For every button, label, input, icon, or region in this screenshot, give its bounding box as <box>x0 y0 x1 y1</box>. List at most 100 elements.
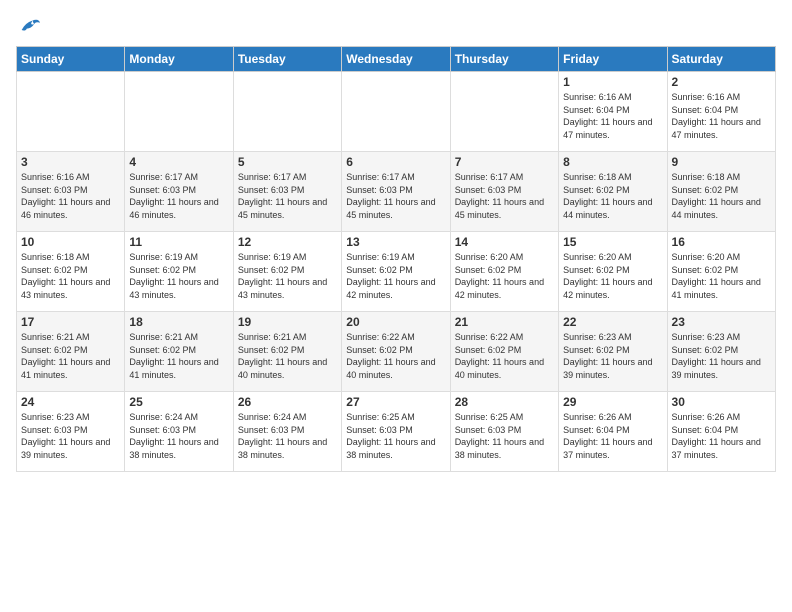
calendar-header-row: SundayMondayTuesdayWednesdayThursdayFrid… <box>17 47 776 72</box>
calendar-cell: 26 Sunrise: 6:24 AM Sunset: 6:03 PM Dayli… <box>233 392 341 472</box>
day-info: Sunrise: 6:20 AM Sunset: 6:02 PM Dayligh… <box>455 251 554 301</box>
day-info: Sunrise: 6:17 AM Sunset: 6:03 PM Dayligh… <box>129 171 228 221</box>
calendar-cell: 9Sunrise: 6:18 AM Sunset: 6:02 PM Daylig… <box>667 152 775 232</box>
day-number: 28 <box>455 395 554 409</box>
day-info: Sunrise: 6:16 AM Sunset: 6:04 PM Dayligh… <box>563 91 662 141</box>
calendar-cell: 22 Sunrise: 6:23 AM Sunset: 6:02 PM Dayli… <box>559 312 667 392</box>
day-number: 1 <box>563 75 662 89</box>
day-info: Sunrise: 6:24 AM Sunset: 6:03 PM Dayligh… <box>129 411 228 461</box>
logo-bird-icon <box>18 16 40 36</box>
day-number: 22 <box>563 315 662 329</box>
day-info: Sunrise: 6:22 AM Sunset: 6:02 PM Dayligh… <box>455 331 554 381</box>
calendar-week-1: 1 Sunrise: 6:16 AM Sunset: 6:04 PM Daylig… <box>17 72 776 152</box>
day-number: 16 <box>672 235 771 249</box>
day-info: Sunrise: 6:23 AM Sunset: 6:03 PM Dayligh… <box>21 411 120 461</box>
calendar-table: SundayMondayTuesdayWednesdayThursdayFrid… <box>16 46 776 472</box>
day-number: 20 <box>346 315 445 329</box>
day-number: 30 <box>672 395 771 409</box>
day-info: Sunrise: 6:17 AM Sunset: 6:03 PM Dayligh… <box>455 171 554 221</box>
day-info: Sunrise: 6:18 AM Sunset: 6:02 PM Dayligh… <box>563 171 662 221</box>
day-info: Sunrise: 6:26 AM Sunset: 6:04 PM Dayligh… <box>563 411 662 461</box>
day-number: 4 <box>129 155 228 169</box>
day-info: Sunrise: 6:25 AM Sunset: 6:03 PM Dayligh… <box>346 411 445 461</box>
day-info: Sunrise: 6:20 AM Sunset: 6:02 PM Dayligh… <box>672 251 771 301</box>
calendar-cell: 8 Sunrise: 6:18 AM Sunset: 6:02 PM Daylig… <box>559 152 667 232</box>
calendar-cell: 30 Sunrise: 6:26 AM Sunset: 6:04 PM Dayli… <box>667 392 775 472</box>
day-info: Sunrise: 6:21 AM Sunset: 6:02 PM Dayligh… <box>238 331 337 381</box>
weekday-header-sunday: Sunday <box>17 47 125 72</box>
day-number: 19 <box>238 315 337 329</box>
day-number: 2 <box>672 75 771 89</box>
calendar-cell <box>342 72 450 152</box>
logo <box>16 16 40 36</box>
day-number: 13 <box>346 235 445 249</box>
day-number: 9 <box>672 155 771 169</box>
calendar-cell <box>125 72 233 152</box>
day-number: 26 <box>238 395 337 409</box>
day-number: 7 <box>455 155 554 169</box>
weekday-header-tuesday: Tuesday <box>233 47 341 72</box>
day-number: 15 <box>563 235 662 249</box>
day-info: Sunrise: 6:25 AM Sunset: 6:03 PM Dayligh… <box>455 411 554 461</box>
calendar-cell: 14 Sunrise: 6:20 AM Sunset: 6:02 PM Dayli… <box>450 232 558 312</box>
calendar-cell: 17 Sunrise: 6:21 AM Sunset: 6:02 PM Dayli… <box>17 312 125 392</box>
weekday-header-friday: Friday <box>559 47 667 72</box>
day-info: Sunrise: 6:26 AM Sunset: 6:04 PM Dayligh… <box>672 411 771 461</box>
day-info: Sunrise: 6:21 AM Sunset: 6:02 PM Dayligh… <box>21 331 120 381</box>
calendar-cell: 23Sunrise: 6:23 AM Sunset: 6:02 PM Dayli… <box>667 312 775 392</box>
day-info: Sunrise: 6:19 AM Sunset: 6:02 PM Dayligh… <box>346 251 445 301</box>
day-info: Sunrise: 6:19 AM Sunset: 6:02 PM Dayligh… <box>238 251 337 301</box>
day-number: 25 <box>129 395 228 409</box>
weekday-header-thursday: Thursday <box>450 47 558 72</box>
calendar-cell <box>450 72 558 152</box>
weekday-header-monday: Monday <box>125 47 233 72</box>
day-number: 18 <box>129 315 228 329</box>
calendar-cell: 28 Sunrise: 6:25 AM Sunset: 6:03 PM Dayli… <box>450 392 558 472</box>
day-info: Sunrise: 6:19 AM Sunset: 6:02 PM Dayligh… <box>129 251 228 301</box>
day-info: Sunrise: 6:18 AM Sunset: 6:02 PM Dayligh… <box>21 251 120 301</box>
calendar-cell: 5Sunrise: 6:17 AM Sunset: 6:03 PM Daylig… <box>233 152 341 232</box>
day-number: 14 <box>455 235 554 249</box>
calendar-cell: 1 Sunrise: 6:16 AM Sunset: 6:04 PM Daylig… <box>559 72 667 152</box>
calendar-cell: 15 Sunrise: 6:20 AM Sunset: 6:02 PM Dayli… <box>559 232 667 312</box>
calendar-week-3: 10 Sunrise: 6:18 AM Sunset: 6:02 PM Dayli… <box>17 232 776 312</box>
calendar-cell <box>17 72 125 152</box>
day-number: 29 <box>563 395 662 409</box>
calendar-cell: 13 Sunrise: 6:19 AM Sunset: 6:02 PM Dayli… <box>342 232 450 312</box>
day-info: Sunrise: 6:23 AM Sunset: 6:02 PM Dayligh… <box>563 331 662 381</box>
calendar-cell: 10 Sunrise: 6:18 AM Sunset: 6:02 PM Dayli… <box>17 232 125 312</box>
day-info: Sunrise: 6:24 AM Sunset: 6:03 PM Dayligh… <box>238 411 337 461</box>
day-info: Sunrise: 6:16 AM Sunset: 6:04 PM Dayligh… <box>672 91 771 141</box>
calendar-cell: 21 Sunrise: 6:22 AM Sunset: 6:02 PM Dayli… <box>450 312 558 392</box>
calendar-cell: 6Sunrise: 6:17 AM Sunset: 6:03 PM Daylig… <box>342 152 450 232</box>
calendar-cell: 12 Sunrise: 6:19 AM Sunset: 6:02 PM Dayli… <box>233 232 341 312</box>
day-info: Sunrise: 6:17 AM Sunset: 6:03 PM Dayligh… <box>346 171 445 221</box>
day-number: 11 <box>129 235 228 249</box>
day-number: 27 <box>346 395 445 409</box>
day-number: 8 <box>563 155 662 169</box>
day-number: 17 <box>21 315 120 329</box>
day-number: 21 <box>455 315 554 329</box>
calendar-cell: 25 Sunrise: 6:24 AM Sunset: 6:03 PM Dayli… <box>125 392 233 472</box>
day-info: Sunrise: 6:20 AM Sunset: 6:02 PM Dayligh… <box>563 251 662 301</box>
day-info: Sunrise: 6:21 AM Sunset: 6:02 PM Dayligh… <box>129 331 228 381</box>
day-number: 10 <box>21 235 120 249</box>
calendar-cell: 18 Sunrise: 6:21 AM Sunset: 6:02 PM Dayli… <box>125 312 233 392</box>
weekday-header-wednesday: Wednesday <box>342 47 450 72</box>
calendar-week-2: 3Sunrise: 6:16 AM Sunset: 6:03 PM Daylig… <box>17 152 776 232</box>
day-number: 24 <box>21 395 120 409</box>
day-info: Sunrise: 6:16 AM Sunset: 6:03 PM Dayligh… <box>21 171 120 221</box>
day-info: Sunrise: 6:23 AM Sunset: 6:02 PM Dayligh… <box>672 331 771 381</box>
weekday-header-saturday: Saturday <box>667 47 775 72</box>
calendar-cell: 27 Sunrise: 6:25 AM Sunset: 6:03 PM Dayli… <box>342 392 450 472</box>
day-number: 12 <box>238 235 337 249</box>
calendar-cell: 20 Sunrise: 6:22 AM Sunset: 6:02 PM Dayli… <box>342 312 450 392</box>
day-info: Sunrise: 6:22 AM Sunset: 6:02 PM Dayligh… <box>346 331 445 381</box>
calendar-cell: 29 Sunrise: 6:26 AM Sunset: 6:04 PM Dayli… <box>559 392 667 472</box>
calendar-week-5: 24 Sunrise: 6:23 AM Sunset: 6:03 PM Dayli… <box>17 392 776 472</box>
day-info: Sunrise: 6:17 AM Sunset: 6:03 PM Dayligh… <box>238 171 337 221</box>
calendar-cell <box>233 72 341 152</box>
page-header <box>16 16 776 36</box>
calendar-cell: 11 Sunrise: 6:19 AM Sunset: 6:02 PM Dayli… <box>125 232 233 312</box>
calendar-cell: 7 Sunrise: 6:17 AM Sunset: 6:03 PM Daylig… <box>450 152 558 232</box>
